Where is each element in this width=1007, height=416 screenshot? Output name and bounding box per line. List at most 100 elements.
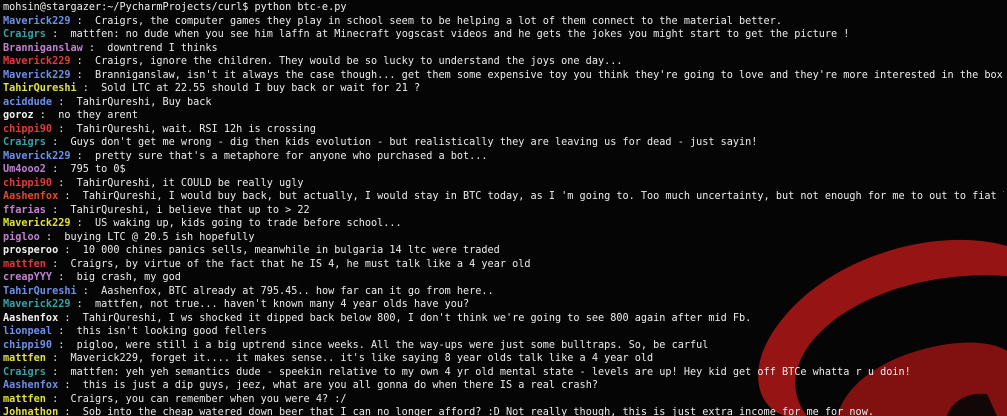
nickname-separator: :	[52, 123, 77, 135]
chat-message-text: Guys don't get me wrong - dig then kids …	[70, 137, 758, 148]
chat-message-line: Branniganslaw : downtrend I thinks	[3, 42, 1004, 56]
nickname-separator: :	[45, 137, 71, 148]
chat-nickname: chippi90	[3, 177, 53, 189]
chat-nickname: ffarias	[3, 204, 46, 216]
chat-message-line: chippi90 : TahirQureshi, it COULD be rea…	[3, 177, 1004, 191]
nickname-separator: :	[45, 164, 71, 175]
chat-message-text: no they arent	[58, 110, 138, 121]
chat-message-text: TahirQureshi, I would buy back, but actu…	[82, 191, 1004, 202]
chat-message-text: mattfen, not true... haven't known many …	[95, 299, 470, 310]
nickname-separator: :	[52, 177, 77, 189]
chat-nickname: mattfen	[3, 393, 46, 405]
nickname-separator: :	[70, 15, 96, 27]
chat-message-text: Craigrs, you can remember when you were …	[70, 393, 347, 405]
chat-message-text: Aashenfox, BTC already at 795.45.. how f…	[101, 285, 494, 297]
chat-nickname: Maverick229	[3, 150, 71, 162]
chat-nickname: chippi90	[3, 339, 53, 351]
chat-message-text: pigloo, were still i a big uptrend since…	[76, 339, 709, 351]
nickname-separator: :	[58, 245, 83, 256]
nickname-separator: :	[70, 299, 96, 310]
nickname-separator: :	[76, 285, 102, 297]
chat-message-line: chippi90 : pigloo, were still i a big up…	[3, 339, 1004, 353]
chat-message-line: mattfen : Maverick229, forget it.... it …	[3, 352, 1004, 366]
nickname-separator: :	[52, 326, 77, 337]
nickname-separator: :	[70, 69, 96, 81]
chat-nickname: TahirQureshi	[3, 83, 77, 94]
nickname-separator: :	[45, 258, 71, 270]
chat-message-line: Maverick229 : mattfen, not true... haven…	[3, 298, 1004, 312]
chat-nickname: mattfen	[3, 258, 46, 270]
nickname-separator: :	[58, 312, 83, 324]
chat-message-text: mattfen: yeh yeh semantics dude - speeki…	[70, 366, 911, 378]
chat-nickname: Um4ooo2	[3, 164, 46, 175]
chat-message-line: Aashenfox : TahirQureshi, I would buy ba…	[3, 190, 1004, 204]
chat-message-text: TahirQureshi, I ws shocked it dipped bac…	[82, 312, 752, 324]
chat-message-text: 795 to 0$	[70, 164, 126, 175]
nickname-separator: :	[76, 83, 102, 94]
chat-message-line: Craigrs : mattfen: no dude when you see …	[3, 28, 1004, 42]
command-prompt: mohsin@stargazer:~/PycharmProjects/curl$…	[3, 2, 347, 13]
chat-message-line: aciddude : TahirQureshi, Buy back	[3, 96, 1004, 110]
chat-message-line: Maverick229 : pretty sure that's a metap…	[3, 150, 1004, 164]
chat-message-line: Maverick229 : Craigrs, ignore the childr…	[3, 55, 1004, 69]
nickname-separator: :	[82, 42, 108, 54]
chat-nickname: goroz	[3, 110, 34, 121]
chat-nickname: Maverick229	[3, 56, 71, 67]
chat-message-text: Craigrs, the computer games they play in…	[95, 15, 782, 27]
chat-message-line: Maverick229 : US waking up, kids going t…	[3, 217, 1004, 231]
chat-nickname: Craigrs	[3, 137, 46, 148]
chat-nickname: lionpeal	[3, 326, 53, 337]
chat-nickname: Aashenfox	[3, 191, 59, 202]
nickname-separator: :	[70, 218, 96, 229]
chat-message-line: mattfen : Craigrs, you can remember when…	[3, 393, 1004, 407]
chat-nickname: aciddude	[3, 96, 53, 108]
chat-nickname: Aashenfox	[3, 380, 59, 391]
chat-message-line: creapYYY : big crash, my god	[3, 271, 1004, 285]
chat-message-line: Aashenfox : this is just a dip guys, jee…	[3, 379, 1004, 393]
chat-message-line: prosperoo : 10 000 chines panics sells, …	[3, 244, 1004, 258]
chat-message-line: Um4ooo2 : 795 to 0$	[3, 163, 1004, 177]
chat-message-line: TahirQureshi : Sold LTC at 22.55 should …	[3, 82, 1004, 96]
chat-message-text: Sold LTC at 22.55 should I buy back or w…	[101, 83, 421, 94]
chat-message-line: ffarias : TahirQureshi, i believe that u…	[3, 204, 1004, 218]
nickname-separator: :	[39, 231, 65, 243]
chat-nickname: Branniganslaw	[3, 42, 83, 54]
chat-message-text: big crash, my god	[76, 272, 181, 283]
chat-message-line: mattfen : Craigrs, by virtue of the fact…	[3, 258, 1004, 272]
nickname-separator: :	[45, 393, 71, 405]
chat-message-line: lionpeal : this isn't looking good felle…	[3, 325, 1004, 339]
nickname-separator: :	[70, 56, 96, 67]
nickname-separator: :	[58, 191, 83, 202]
chat-message-text: buying LTC @ 20.5 ish hopefully	[64, 231, 255, 243]
chat-message-text: TahirQureshi, wait. RSI 12h is crossing	[76, 123, 316, 135]
chat-message-text: Craigrs, ignore the children. They would…	[95, 56, 623, 67]
chat-nickname: Maverick229	[3, 15, 71, 27]
chat-nickname: Aashenfox	[3, 312, 59, 324]
nickname-separator: :	[52, 272, 77, 283]
chat-message-text: TahirQureshi, Buy back	[76, 96, 212, 108]
chat-nickname: mattfen	[3, 353, 46, 364]
chat-message-line: chippi90 : TahirQureshi, wait. RSI 12h i…	[3, 123, 1004, 137]
chat-message-text: this is just a dip guys, jeez, what are …	[82, 380, 598, 391]
chat-message-text: Craigrs, by virtue of the fact that he I…	[70, 258, 531, 270]
terminal-window[interactable]: mohsin@stargazer:~/PycharmProjects/curl$…	[0, 0, 1007, 416]
chat-nickname: Johnathon	[3, 407, 59, 416]
chat-message-text: this isn't looking good fellers	[76, 326, 267, 337]
chat-message-text: Maverick229, forget it.... it makes sens…	[70, 353, 654, 364]
terminal-output: mohsin@stargazer:~/PycharmProjects/curl$…	[0, 0, 1007, 416]
nickname-separator: :	[52, 96, 77, 108]
nickname-separator: :	[58, 407, 83, 416]
chat-nickname: creapYYY	[3, 272, 53, 283]
chat-nickname: Craigrs	[3, 29, 46, 40]
chat-nickname: prosperoo	[3, 245, 59, 256]
chat-message-text: TahirQureshi, i believe that up to > 22	[70, 204, 310, 216]
chat-message-line: Maverick229 : Craigrs, the computer game…	[3, 15, 1004, 29]
chat-message-line: goroz : no they arent	[3, 109, 1004, 123]
nickname-separator: :	[52, 339, 77, 351]
chat-message-line: pigloo : buying LTC @ 20.5 ish hopefully	[3, 231, 1004, 245]
nickname-separator: :	[58, 380, 83, 391]
chat-message-text: pretty sure that's a metaphore for anyon…	[95, 150, 488, 162]
chat-nickname: Maverick229	[3, 299, 71, 310]
chat-message-text: Sob into the cheap watered down beer tha…	[82, 407, 874, 416]
chat-message-line: Craigrs : mattfen: yeh yeh semantics dud…	[3, 366, 1004, 380]
